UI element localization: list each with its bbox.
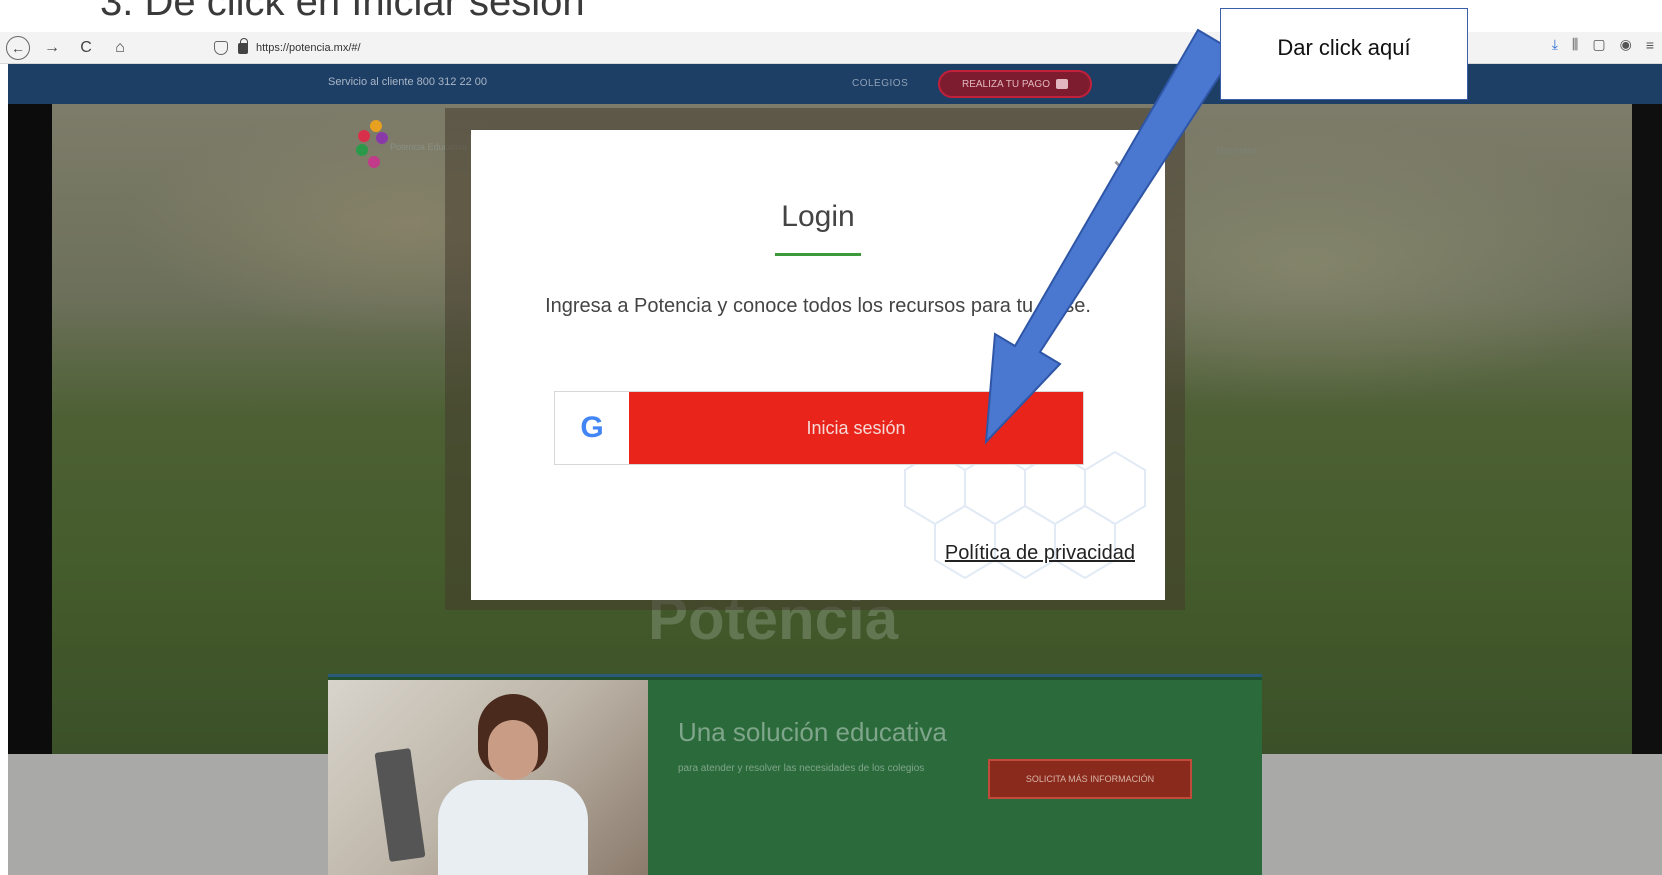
student-photo — [328, 680, 648, 875]
pay-button-label: REALIZA TU PAGO — [962, 78, 1050, 90]
google-icon: G — [555, 392, 629, 464]
reload-button[interactable]: C — [74, 39, 98, 57]
privacy-policy-link[interactable]: Política de privacidad — [945, 542, 1135, 565]
callout-text: Dar click aquí — [1277, 35, 1411, 60]
lock-icon[interactable] — [238, 37, 248, 54]
hero-right-edge — [1632, 104, 1662, 759]
account-icon[interactable]: ◉ — [1620, 36, 1632, 53]
library-icon[interactable]: ⫼ — [1572, 36, 1578, 53]
nav-link-docentes[interactable]: Docentes — [1216, 146, 1258, 157]
url-text[interactable]: https://potencia.mx/#/ — [256, 42, 361, 54]
modal-description: Ingresa a Potencia y conoce todos los re… — [545, 295, 1091, 317]
download-icon[interactable]: ⤓ — [1552, 36, 1558, 53]
modal-title: Login — [781, 200, 855, 233]
callout-box: Dar click aquí — [1220, 8, 1468, 100]
login-modal: × Login Ingresa a Potencia y conoce todo… — [471, 130, 1165, 600]
sidebar-icon[interactable]: ▢ — [1592, 36, 1605, 53]
request-info-button[interactable]: SOLICITA MÁS INFORMACIÓN — [988, 759, 1192, 799]
website: Servicio al cliente 800 312 22 00 COLEGI… — [8, 64, 1662, 875]
card-icon — [1056, 79, 1068, 89]
address-bar[interactable]: https://potencia.mx/#/ — [214, 35, 1214, 61]
slide-heading: 3. Dé click en Iniciar sesión — [100, 0, 585, 24]
promo-banner: Una solución educativa para atender y re… — [328, 674, 1262, 875]
google-signin-button[interactable]: G Inicia sesión — [554, 391, 1084, 465]
pay-button[interactable]: REALIZA TU PAGO — [938, 70, 1092, 98]
menu-icon[interactable]: ≡ — [1646, 37, 1654, 53]
google-signin-label: Inicia sesión — [806, 417, 906, 438]
home-button[interactable]: ⌂ — [108, 39, 132, 57]
banner-subtitle: para atender y resolver las necesidades … — [678, 763, 925, 774]
customer-service-text: Servicio al cliente 800 312 22 00 — [328, 76, 487, 88]
forward-button[interactable]: → — [40, 39, 64, 57]
title-underline — [775, 253, 861, 256]
colegios-link[interactable]: COLEGIOS — [852, 78, 908, 89]
slide-stage: 3. Dé click en Iniciar sesión ← → C ⌂ ht… — [0, 0, 1662, 875]
hero-left-edge — [8, 104, 52, 759]
back-button[interactable]: ← — [6, 35, 30, 60]
toolbar-right-icons: ⤓ ⫼ ▢ ◉ ≡ — [1552, 36, 1654, 53]
close-icon[interactable]: × — [1112, 150, 1135, 190]
banner-title: Una solución educativa — [678, 717, 947, 747]
shield-icon[interactable] — [214, 41, 228, 55]
